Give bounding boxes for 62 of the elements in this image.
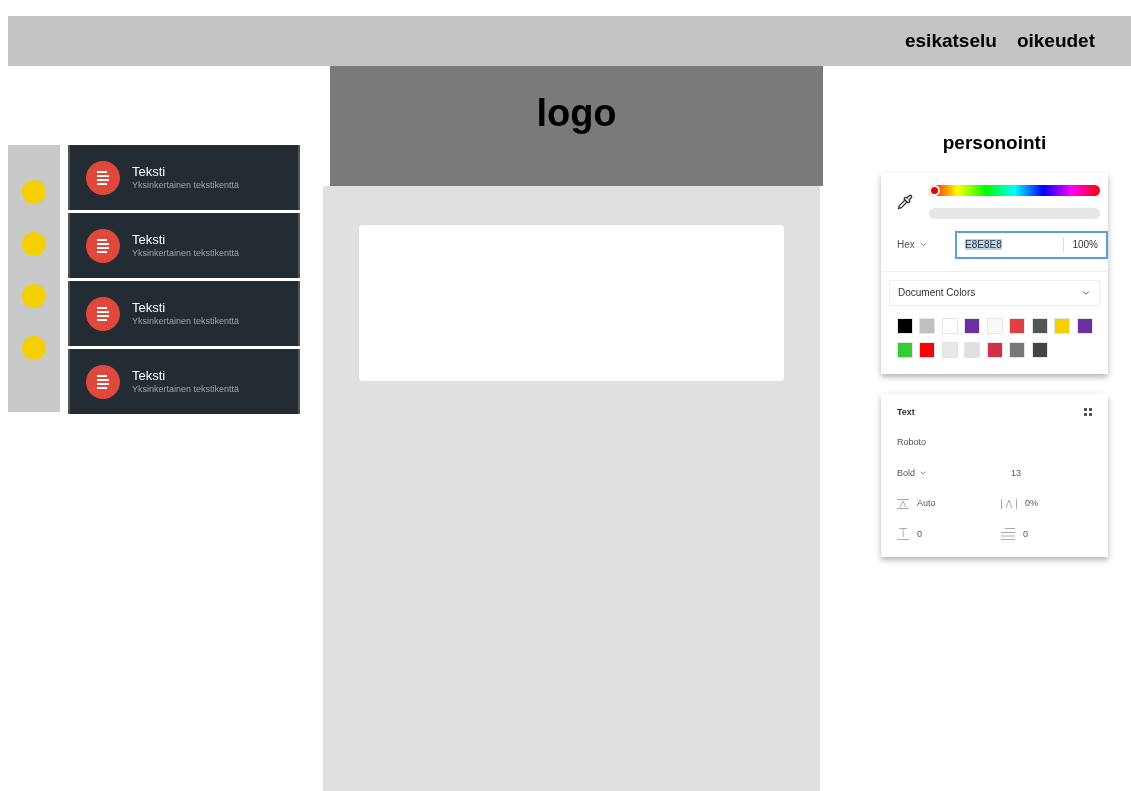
marker-dot-icon bbox=[22, 336, 46, 360]
slider-handle[interactable] bbox=[929, 184, 940, 196]
paragraph-spacing-value[interactable]: 0 bbox=[917, 527, 922, 541]
font-size-value[interactable]: 13 bbox=[1011, 466, 1021, 480]
color-swatch[interactable] bbox=[986, 341, 1003, 358]
component-card[interactable]: Teksti Yksinkertainen tekstikenttä bbox=[68, 145, 300, 210]
document-icon bbox=[86, 160, 120, 195]
color-swatch[interactable] bbox=[897, 317, 913, 334]
document-icon bbox=[86, 228, 120, 263]
hex-input-field[interactable]: E8E8E8 100% bbox=[955, 230, 1108, 259]
letter-spacing-value[interactable]: 0% bbox=[1025, 497, 1038, 511]
color-swatch[interactable] bbox=[1009, 341, 1026, 358]
nav-link[interactable]: esikatselu bbox=[904, 26, 997, 56]
indent-value[interactable]: 0 bbox=[1023, 527, 1028, 541]
component-subtitle: Yksinkertainen tekstikenttä bbox=[132, 180, 240, 192]
component-subtitle: Yksinkertainen tekstikenttä bbox=[132, 384, 240, 396]
chevron-down-icon bbox=[918, 240, 928, 249]
letter-spacing-icon bbox=[1001, 498, 1017, 509]
paragraph-spacing-icon bbox=[897, 528, 909, 541]
hex-value: E8E8E8 bbox=[964, 238, 1003, 252]
marker-dot-icon bbox=[22, 232, 46, 256]
line-height-icon bbox=[897, 498, 909, 509]
component-subtitle: Yksinkertainen tekstikenttä bbox=[132, 248, 240, 260]
opacity-value: 100% bbox=[1063, 237, 1106, 252]
eyedropper-icon[interactable] bbox=[897, 193, 913, 210]
panel-title: Text bbox=[897, 405, 915, 419]
color-swatch[interactable] bbox=[964, 317, 981, 334]
document-icon bbox=[86, 296, 120, 331]
component-card[interactable]: Teksti Yksinkertainen tekstikenttä bbox=[68, 213, 300, 278]
color-swatch[interactable] bbox=[1009, 317, 1026, 334]
component-title: Teksti bbox=[132, 163, 167, 180]
color-swatch[interactable] bbox=[941, 341, 958, 358]
color-swatch[interactable] bbox=[964, 341, 981, 358]
component-title: Teksti bbox=[132, 231, 167, 248]
font-weight-dropdown[interactable]: Bold bbox=[897, 466, 1011, 480]
nav-link[interactable]: oikeudet bbox=[1016, 26, 1095, 56]
color-swatch[interactable] bbox=[897, 341, 913, 358]
palette-dropdown[interactable]: Document Colors bbox=[889, 279, 1100, 306]
color-swatch[interactable] bbox=[1054, 317, 1071, 334]
color-swatch[interactable] bbox=[1031, 317, 1048, 334]
marker-dot-icon bbox=[22, 180, 46, 204]
color-swatch[interactable] bbox=[941, 317, 958, 334]
component-title: Teksti bbox=[132, 367, 167, 384]
marker-dot-icon bbox=[22, 284, 46, 308]
component-card[interactable]: Teksti Yksinkertainen tekstikenttä bbox=[68, 349, 300, 414]
color-swatch[interactable] bbox=[1031, 341, 1048, 358]
indent-icon bbox=[1001, 528, 1015, 541]
font-family-value[interactable]: Roboto bbox=[897, 436, 1092, 450]
component-card[interactable]: Teksti Yksinkertainen tekstikenttä bbox=[68, 281, 300, 346]
color-swatch[interactable] bbox=[919, 341, 936, 358]
color-swatch[interactable] bbox=[986, 317, 1003, 334]
color-swatch[interactable] bbox=[919, 317, 936, 334]
format-dropdown[interactable]: Hex bbox=[897, 237, 947, 252]
component-title: Teksti bbox=[132, 299, 167, 316]
component-subtitle: Yksinkertainen tekstikenttä bbox=[132, 316, 240, 328]
section-title: personointi bbox=[941, 131, 1048, 155]
hue-slider[interactable] bbox=[929, 184, 1100, 196]
color-swatch[interactable] bbox=[1076, 317, 1093, 334]
line-height-value[interactable]: Auto bbox=[917, 497, 936, 511]
logo-text: logo bbox=[536, 94, 617, 136]
document-icon bbox=[86, 364, 120, 399]
grid-icon[interactable] bbox=[1084, 408, 1092, 417]
